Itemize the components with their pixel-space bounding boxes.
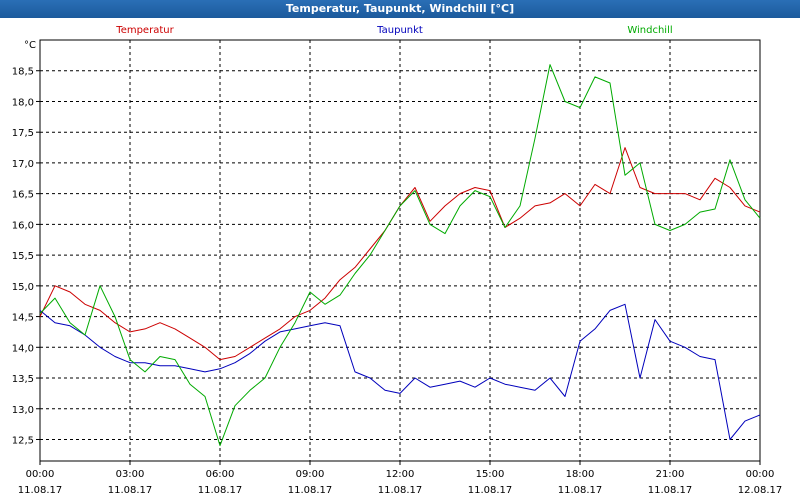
y-tick-label: 18,5	[12, 67, 34, 78]
legend-windchill: Windchill	[627, 25, 672, 36]
y-tick-label: 13,0	[12, 405, 34, 416]
x-tick-date: 11.08.17	[18, 485, 63, 496]
x-tick-time: 03:00	[116, 469, 145, 480]
x-tick-time: 00:00	[746, 469, 775, 480]
chart-area: 12,5 13,0 13,5 14,0 14,5 15,0 15,5 16,0 16,5 17,0…	[12, 25, 783, 496]
x-tick-time: 21:00	[656, 469, 685, 480]
y-tick-label: 17,0	[12, 159, 34, 170]
legend-taupunkt: Taupunkt	[376, 25, 423, 36]
x-tick-date: 11.08.17	[378, 485, 423, 496]
x-tick-time: 00:00	[26, 469, 55, 480]
y-tick-label: 15,0	[12, 282, 34, 293]
x-tick-time: 18:00	[566, 469, 595, 480]
x-tick-time: 09:00	[296, 469, 325, 480]
legend-temperatur: Temperatur	[115, 25, 174, 36]
y-tick-label: 17,5	[12, 128, 34, 139]
y-tick-label: 13,5	[12, 374, 34, 385]
x-tick-time: 06:00	[206, 469, 235, 480]
x-tick-time: 15:00	[476, 469, 505, 480]
y-tick-label: 16,0	[12, 220, 34, 231]
x-tick-date: 11.08.17	[198, 485, 243, 496]
y-tick-label: 18,0	[12, 97, 34, 108]
y-tick-label: 14,5	[12, 313, 34, 324]
x-tick-date: 11.08.17	[558, 485, 603, 496]
x-tick-date: 11.08.17	[288, 485, 333, 496]
x-tick-date: 11.08.17	[648, 485, 693, 496]
y-tick-label: 16,5	[12, 190, 34, 201]
y-tick-label: 15,5	[12, 251, 34, 262]
x-tick-date: 12.08.17	[738, 485, 783, 496]
y-axis-label: °C	[24, 40, 36, 51]
x-tick-date: 11.08.17	[108, 485, 153, 496]
y-tick-label: 12,5	[12, 435, 34, 446]
chart-window: Temperatur, Taupunkt, Windchill [°C] 12,…	[0, 0, 800, 500]
y-tick-label: 14,0	[12, 343, 34, 354]
x-tick-date: 11.08.17	[468, 485, 513, 496]
x-tick-time: 12:00	[386, 469, 415, 480]
